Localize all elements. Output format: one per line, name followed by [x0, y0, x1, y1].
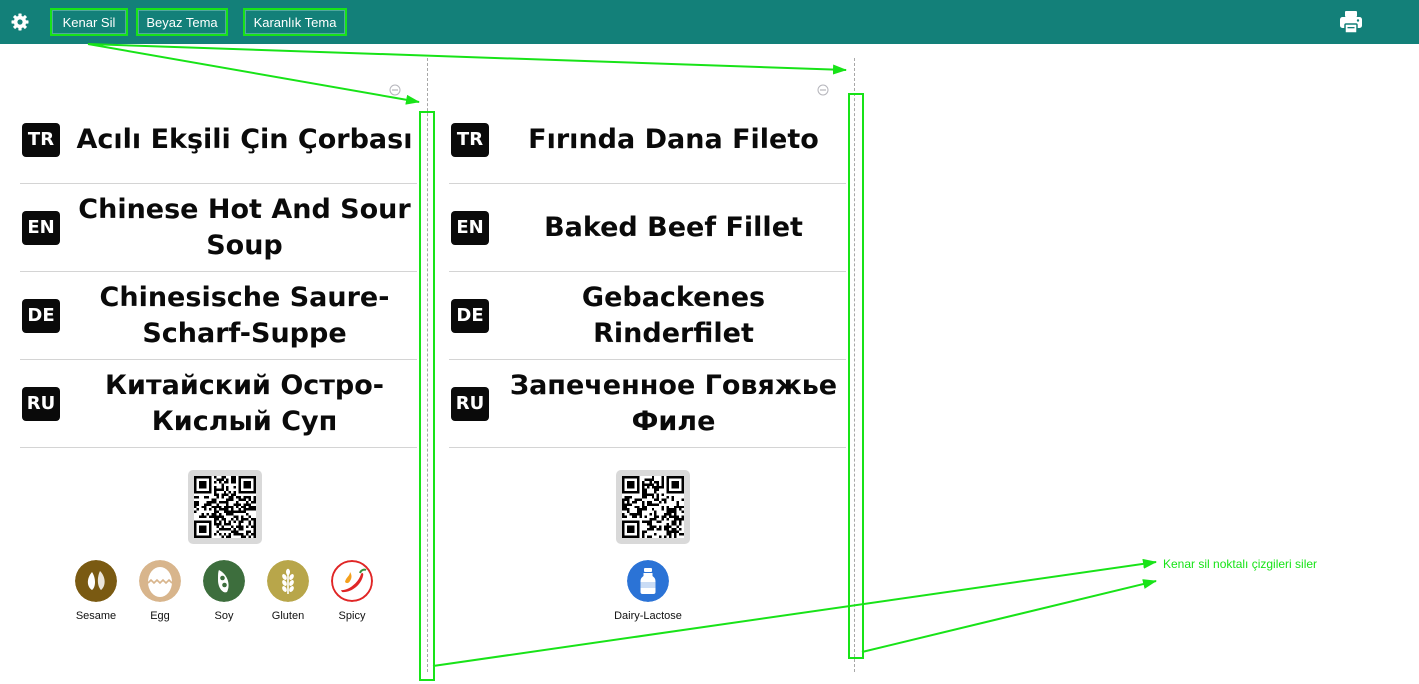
allergen-soy: Soy	[194, 560, 254, 622]
dish-name: Запеченное Говяжье Филе	[509, 369, 838, 437]
highlight-box	[419, 111, 435, 681]
dark-theme-button[interactable]: Karanlık Tema	[243, 8, 347, 36]
annotation-text: Kenar sil noktalı çizgileri siler	[1163, 557, 1318, 571]
remove-card-icon[interactable]	[817, 84, 829, 96]
dish-name: Chinese Hot And Sour Soup	[78, 193, 411, 261]
arrow-to-dotted-line-2	[87, 43, 847, 75]
dish-name: Baked Beef Fillet	[544, 211, 803, 243]
language-badge: RU	[22, 386, 60, 421]
dish-row-tr: TR Fırında Dana Fileto	[449, 96, 846, 184]
dish-name: Fırında Dana Fileto	[528, 123, 819, 155]
dish-row-de: DE Chinesische Saure-Scharf-Suppe	[20, 272, 417, 360]
dish-row-en: EN Baked Beef Fillet	[449, 184, 846, 272]
remove-card-icon[interactable]	[389, 84, 401, 96]
egg-icon	[139, 560, 181, 602]
language-badge: EN	[451, 210, 489, 245]
language-badge: RU	[451, 386, 489, 421]
allergen-spicy: Spicy	[322, 560, 382, 622]
dish-row-en: EN Chinese Hot And Sour Soup	[20, 184, 417, 272]
allergen-sesame: Sesame	[66, 560, 126, 622]
print-icon[interactable]	[1338, 9, 1364, 35]
soy-icon	[203, 560, 245, 602]
qr-code	[616, 470, 690, 544]
gear-icon[interactable]	[10, 12, 30, 32]
language-badge: TR	[451, 122, 489, 157]
dish-name: Gebackenes Rinderfilet	[581, 281, 766, 349]
allergen-egg: Egg	[130, 560, 190, 622]
top-toolbar: Kenar Sil Beyaz Tema Karanlık Tema	[0, 0, 1419, 44]
remove-border-button[interactable]: Kenar Sil	[50, 8, 128, 36]
remove-border-label: Kenar Sil	[62, 14, 116, 30]
white-theme-button[interactable]: Beyaz Tema	[136, 8, 228, 36]
allergen-label: Egg	[150, 610, 170, 622]
arrow-to-annotation	[861, 579, 1157, 653]
highlight-box	[848, 93, 864, 659]
allergen-label: Gluten	[271, 610, 305, 622]
dish-name: Китайский Остро-Кислый Суп	[104, 369, 385, 437]
dish-name: Acılı Ekşili Çin Çorbası	[76, 123, 413, 155]
dish-row-tr: TR Acılı Ekşili Çin Çorbası	[20, 96, 417, 184]
dark-theme-label: Karanlık Tema	[253, 14, 337, 30]
milk-bottle-icon	[627, 560, 669, 602]
allergen-dairy-lactose: Dairy-Lactose	[597, 560, 699, 622]
arrow-to-annotation	[432, 558, 1157, 667]
dish-row-ru: RU Запеченное Говяжье Филе	[449, 360, 846, 448]
dish-row-de: DE Gebackenes Rinderfilet	[449, 272, 846, 360]
language-badge: DE	[22, 298, 60, 333]
allergen-gluten: Gluten	[258, 560, 318, 622]
language-badge: EN	[22, 210, 60, 245]
qr-code-image	[622, 476, 684, 538]
arrow-to-dotted-line-1	[87, 43, 420, 105]
qr-code-image	[194, 476, 256, 538]
allergen-label: Spicy	[338, 610, 366, 622]
language-badge: TR	[22, 122, 60, 157]
dish-row-ru: RU Китайский Остро-Кислый Суп	[20, 360, 417, 448]
allergen-label: Sesame	[75, 610, 117, 622]
language-badge: DE	[451, 298, 489, 333]
gluten-icon	[267, 560, 309, 602]
white-theme-label: Beyaz Tema	[146, 14, 218, 30]
allergen-label: Soy	[214, 610, 234, 622]
allergen-label: Dairy-Lactose	[614, 610, 682, 622]
qr-code	[188, 470, 262, 544]
chili-icon	[331, 560, 373, 602]
dish-name: Chinesische Saure-Scharf-Suppe	[99, 281, 390, 349]
sesame-icon	[75, 560, 117, 602]
